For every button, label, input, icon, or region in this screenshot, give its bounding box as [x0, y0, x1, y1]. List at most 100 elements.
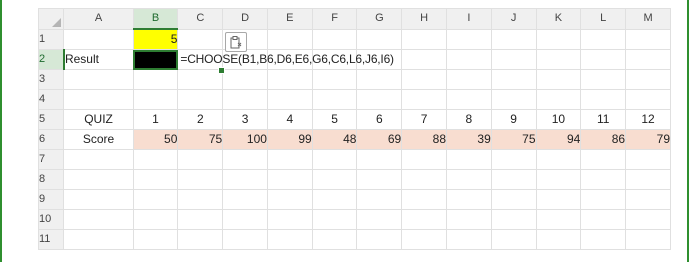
cell-a4[interactable] [63, 89, 134, 110]
cell-f9[interactable] [311, 189, 358, 210]
cell-e8[interactable] [266, 169, 313, 190]
cell-l2[interactable] [580, 49, 627, 70]
quiz-number-cell[interactable]: 6 [356, 109, 403, 130]
score-cell[interactable]: 79 [625, 129, 671, 150]
cell-f4[interactable] [311, 89, 358, 110]
cell-b11[interactable] [132, 229, 179, 250]
quiz-number-cell[interactable]: 5 [311, 109, 358, 130]
cell-j1[interactable] [490, 28, 537, 50]
column-header-i[interactable]: I [446, 8, 492, 30]
cell-b8[interactable] [132, 169, 179, 190]
cell-i10[interactable] [446, 209, 492, 230]
cell-h8[interactable] [401, 169, 447, 190]
column-header-e[interactable]: E [266, 8, 313, 30]
cell-a2[interactable]: Result [63, 49, 134, 70]
cell-k2[interactable] [535, 49, 582, 70]
quiz-number-cell[interactable]: 11 [580, 109, 627, 130]
cell-e11[interactable] [266, 229, 313, 250]
quiz-number-cell[interactable]: 8 [446, 109, 492, 130]
cell-k11[interactable] [535, 229, 582, 250]
cell-h11[interactable] [401, 229, 447, 250]
row-header-4[interactable]: 4 [37, 89, 65, 110]
cell-i8[interactable] [446, 169, 492, 190]
column-header-j[interactable]: J [490, 8, 537, 30]
column-header-k[interactable]: K [535, 8, 582, 30]
cell-k7[interactable] [535, 149, 582, 170]
quiz-number-cell[interactable]: 3 [222, 109, 268, 130]
cell-e3[interactable] [266, 69, 313, 90]
cell-j2[interactable] [490, 49, 537, 70]
cell-m3[interactable] [625, 69, 671, 90]
cell-i2[interactable] [446, 49, 492, 70]
cell-d10[interactable] [222, 209, 268, 230]
cell-e1[interactable] [266, 28, 313, 50]
cell-k3[interactable] [535, 69, 582, 90]
quiz-number-cell[interactable]: 9 [490, 109, 537, 130]
cell-i9[interactable] [446, 189, 492, 210]
score-cell[interactable]: 75 [177, 129, 224, 150]
cell-d9[interactable] [222, 189, 268, 210]
score-cell[interactable]: 99 [266, 129, 313, 150]
cell-g8[interactable] [356, 169, 403, 190]
cell-m7[interactable] [625, 149, 671, 170]
cell-k4[interactable] [535, 89, 582, 110]
row-header-6[interactable]: 6 [37, 129, 65, 150]
cell-b9[interactable] [132, 189, 179, 210]
cell-m9[interactable] [625, 189, 671, 210]
cell-l1[interactable] [580, 28, 627, 50]
cell-f3[interactable] [311, 69, 358, 90]
cell-a5[interactable]: QUIZ [63, 109, 134, 130]
cell-a8[interactable] [63, 169, 134, 190]
cell-e9[interactable] [266, 189, 313, 210]
cell-g1[interactable] [356, 28, 403, 50]
cell-h1[interactable] [401, 28, 447, 50]
cell-j10[interactable] [490, 209, 537, 230]
cell-b2-selected[interactable] [132, 49, 179, 70]
cell-a10[interactable] [63, 209, 134, 230]
cell-l7[interactable] [580, 149, 627, 170]
cell-j4[interactable] [490, 89, 537, 110]
column-header-f[interactable]: F [311, 8, 358, 30]
row-header-5[interactable]: 5 [37, 109, 65, 130]
cell-i3[interactable] [446, 69, 492, 90]
cell-g10[interactable] [356, 209, 403, 230]
cell-c1[interactable] [177, 28, 224, 50]
cell-a9[interactable] [63, 189, 134, 210]
cell-f8[interactable] [311, 169, 358, 190]
row-header-1[interactable]: 1 [37, 28, 65, 50]
quiz-number-cell[interactable]: 2 [177, 109, 224, 130]
column-header-d[interactable]: D [222, 8, 268, 30]
cell-a3[interactable] [63, 69, 134, 90]
cell-i4[interactable] [446, 89, 492, 110]
quiz-number-cell[interactable]: 4 [266, 109, 313, 130]
cell-a11[interactable] [63, 229, 134, 250]
cell-b1[interactable]: 5 [132, 28, 179, 50]
cell-f11[interactable] [311, 229, 358, 250]
cell-i1[interactable] [446, 28, 492, 50]
cell-f7[interactable] [311, 149, 358, 170]
cell-d3[interactable] [222, 69, 268, 90]
cell-d7[interactable] [222, 149, 268, 170]
cell-c7[interactable] [177, 149, 224, 170]
column-header-l[interactable]: L [580, 8, 627, 30]
cell-f10[interactable] [311, 209, 358, 230]
cell-j3[interactable] [490, 69, 537, 90]
quiz-number-cell[interactable]: 1 [132, 109, 179, 130]
cell-m4[interactable] [625, 89, 671, 110]
cell-c9[interactable] [177, 189, 224, 210]
score-cell[interactable]: 86 [580, 129, 627, 150]
row-header-8[interactable]: 8 [37, 169, 65, 190]
cell-c2[interactable]: =CHOOSE(B1,B6,D6,E6,G6,C6,L6,J6,I6) [177, 49, 394, 70]
cell-h10[interactable] [401, 209, 447, 230]
cell-f1[interactable] [311, 28, 358, 50]
paste-options-button[interactable] [225, 32, 247, 52]
score-cell[interactable]: 39 [446, 129, 492, 150]
row-header-9[interactable]: 9 [37, 189, 65, 210]
cell-e10[interactable] [266, 209, 313, 230]
cell-l11[interactable] [580, 229, 627, 250]
cell-k8[interactable] [535, 169, 582, 190]
cell-a1[interactable] [63, 28, 134, 50]
select-all-corner[interactable] [37, 8, 65, 30]
cell-k10[interactable] [535, 209, 582, 230]
quiz-number-cell[interactable]: 7 [401, 109, 447, 130]
